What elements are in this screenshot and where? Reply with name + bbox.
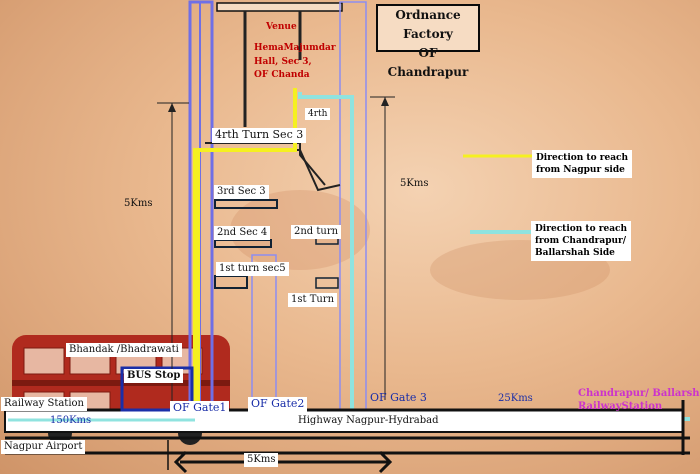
- of-gate3-label: OF Gate 3: [370, 391, 427, 404]
- of-gate1-label: OF Gate1: [170, 401, 230, 416]
- third-sec3-label: 3rd Sec 3: [214, 185, 269, 199]
- legend-yellow-line1: Direction to reach: [536, 153, 629, 163]
- of-gate2-label: OF Gate2: [248, 397, 308, 412]
- highway-label: Highway Nagpur-Hydrabad: [298, 415, 439, 426]
- legend-cyan-line1: Direction to reach: [535, 224, 628, 234]
- venue-heading: Venue: [266, 22, 297, 32]
- legend-cyan-line3: Ballarshah Side: [535, 248, 615, 259]
- top-block: [216, 2, 343, 12]
- map-title-line2: OF Chandrapur: [387, 46, 469, 79]
- turn-block-1: [315, 277, 339, 289]
- fourth-label: 4rth: [305, 108, 331, 121]
- chandrapur-station-line2: RailwayStation: [578, 401, 663, 412]
- right-distance-label: 5Kms: [400, 178, 429, 189]
- map-title-box: Ordnance Factory OF Chandrapur: [376, 4, 480, 79]
- fourth-turn-label: 4rth Turn Sec 3: [212, 128, 307, 143]
- legend-yellow-text: Direction to reach from Nagpur side: [532, 150, 633, 179]
- railway-station-label: Railway Station: [1, 397, 87, 411]
- venue-line2: HemaMajumdar: [254, 43, 336, 53]
- chandrapur-station-line1: Chandrapur/ Ballarshah: [578, 388, 700, 399]
- bus-stop-label: BUS Stop: [124, 369, 184, 383]
- sector-block-5: [214, 275, 248, 289]
- left-highway-distance: 150Kms: [50, 415, 92, 426]
- second-sec4-label: 2nd Sec 4: [214, 226, 271, 240]
- legend-cyan-text: Direction to reach from Chandrapur/ Ball…: [531, 221, 632, 262]
- right-highway-distance: 25Kms: [498, 393, 533, 404]
- venue-line3: Hall, Sec 3,: [254, 57, 312, 67]
- legend-cyan-line2: from Chandrapur/: [535, 236, 627, 247]
- fourth-turn-road: [205, 149, 341, 192]
- bottom-distance-label: 5Kms: [244, 453, 279, 467]
- legend-yellow-line2: from Nagpur side: [536, 165, 625, 176]
- right-distance-marker: [370, 96, 395, 400]
- first-turn-sec5-label: 1st turn sec5: [216, 262, 289, 276]
- nagpur-airport-label: Nagpur Airport: [1, 440, 86, 454]
- first-turn-label: 1st Turn: [288, 293, 338, 307]
- bottom-distance-marker: [167, 440, 393, 474]
- venue-line4: OF Chanda: [254, 70, 310, 80]
- second-turn-label: 2nd turn: [291, 225, 342, 239]
- left-distance-label: 5Kms: [124, 198, 153, 209]
- bhandak-label: Bhandak /Bhadrawati: [66, 343, 182, 357]
- route-map: Ordnance Factory OF Chandrapur Venue Hem…: [0, 0, 700, 474]
- map-title-line1: Ordnance Factory: [395, 8, 461, 41]
- gate2-road: [251, 254, 277, 416]
